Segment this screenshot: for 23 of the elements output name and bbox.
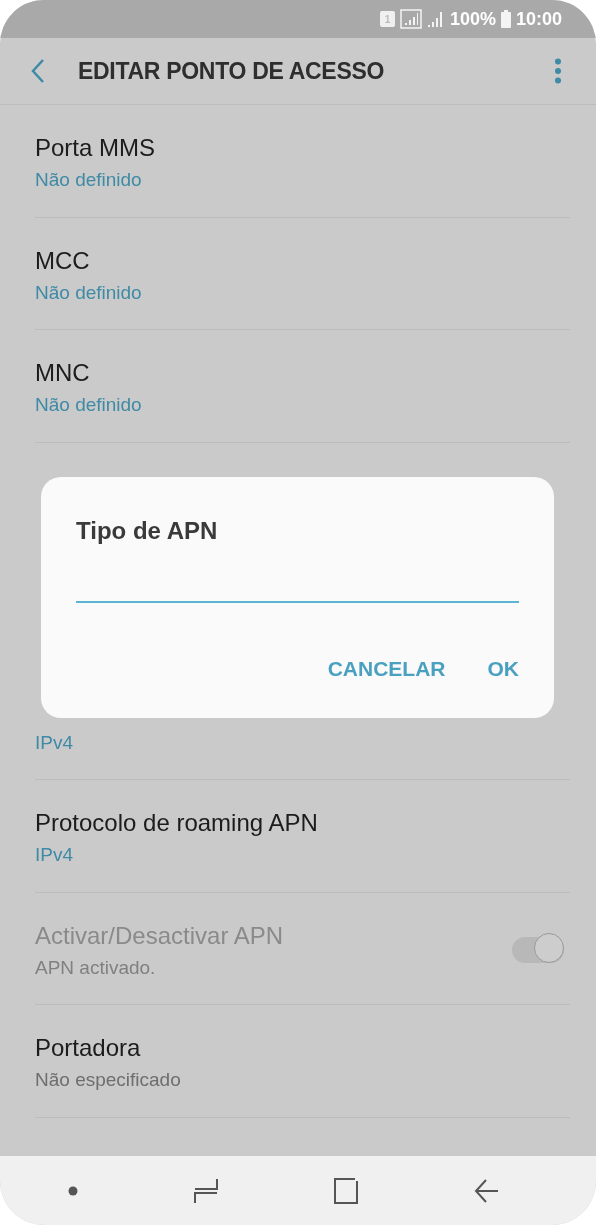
recent-apps-icon[interactable] xyxy=(194,1177,218,1204)
battery-percentage: 100% xyxy=(449,8,496,30)
setting-label[interactable]: MNC xyxy=(35,359,570,388)
setting-value: Não definido xyxy=(35,394,143,417)
setting-label[interactable]: Protocolo de roaming APN xyxy=(35,809,570,838)
setting-value: Não definido xyxy=(35,281,143,304)
signal-icon xyxy=(399,9,422,29)
setting-value: APN activado. xyxy=(35,956,157,979)
setting-label[interactable]: Porta MMS xyxy=(35,134,570,163)
setting-value: Não definido xyxy=(35,169,143,192)
setting-label[interactable]: MCC xyxy=(35,246,570,275)
dialog-title: Tipo de APN xyxy=(76,516,219,545)
setting-value: IPv4 xyxy=(35,731,75,754)
setting-label[interactable]: Portadora xyxy=(35,1034,570,1063)
setting-value: Não especificado xyxy=(35,1069,182,1092)
setting-value: IPv4 xyxy=(35,844,75,867)
screen-title: EDITAR PONTO DE ACESSO xyxy=(78,57,386,85)
back-icon[interactable] xyxy=(474,1178,498,1203)
clock: 10:00 xyxy=(515,8,562,30)
signal-icon xyxy=(426,10,445,28)
battery-icon xyxy=(500,10,511,28)
dot-icon[interactable] xyxy=(68,1185,78,1196)
home-icon[interactable] xyxy=(334,1177,358,1204)
